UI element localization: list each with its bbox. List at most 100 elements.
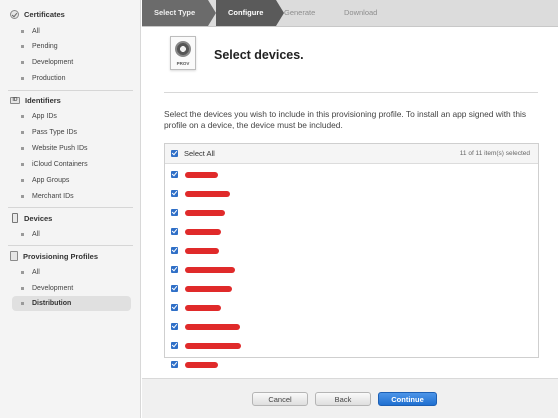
- sidebar-item-profiles-all[interactable]: All: [12, 265, 131, 280]
- device-name-redacted[interactable]: [185, 286, 232, 292]
- step-download: Download: [332, 0, 402, 26]
- certificate-icon: [10, 10, 19, 19]
- device-list: Select All 11 of 11 item(s) selected: [164, 143, 539, 368]
- device-name-redacted[interactable]: [185, 191, 230, 197]
- sidebar-item-profiles-distribution[interactable]: Distribution: [12, 296, 131, 311]
- device-name-redacted[interactable]: [185, 362, 218, 368]
- device-checkbox[interactable]: [171, 285, 178, 292]
- bullet-icon: [21, 302, 24, 305]
- bullet-icon: [21, 77, 24, 80]
- sidebar-section-devices[interactable]: Devices: [10, 213, 52, 223]
- wizard-steps: Select Type Configure Generate Download: [142, 0, 558, 27]
- prov-label: PROV: [176, 61, 190, 66]
- section-title: Provisioning Profiles: [23, 251, 99, 261]
- bullet-icon: [21, 287, 24, 290]
- sidebar-item-certificates-pending[interactable]: Pending: [12, 39, 131, 54]
- sidebar-item-label: App Groups: [32, 177, 70, 184]
- sidebar-item-certificates-development[interactable]: Development: [12, 55, 131, 70]
- bullet-icon: [21, 61, 24, 64]
- section-title: Certificates: [24, 10, 65, 19]
- divider: [8, 245, 133, 246]
- bullet-icon: [21, 131, 24, 134]
- device-name-redacted[interactable]: [185, 343, 241, 349]
- step-generate: Generate: [272, 0, 332, 26]
- iphone-icon: [12, 213, 18, 223]
- bullet-icon: [21, 271, 24, 274]
- device-checkbox[interactable]: [171, 266, 178, 273]
- bullet-icon: [21, 179, 24, 182]
- id-card-icon: ID: [10, 97, 20, 104]
- step-label: Select Type: [154, 8, 196, 17]
- step-label: Generate: [284, 8, 316, 17]
- bullet-icon: [21, 30, 24, 33]
- sidebar-item-devices-all[interactable]: All: [12, 227, 131, 242]
- gear-icon: [175, 41, 191, 57]
- provisioning-profile-icon: [10, 251, 18, 261]
- device-checkbox[interactable]: [171, 304, 178, 311]
- bullet-icon: [21, 163, 24, 166]
- device-checkbox[interactable]: [171, 342, 178, 349]
- device-checkbox[interactable]: [171, 361, 178, 368]
- sidebar-section-certificates[interactable]: Certificates: [10, 10, 65, 19]
- sidebar-item-label: Development: [32, 59, 74, 66]
- cancel-button[interactable]: Cancel: [252, 392, 308, 406]
- sidebar-item-pass-type-ids[interactable]: Pass Type IDs: [12, 125, 131, 140]
- select-all-label[interactable]: Select All: [184, 149, 215, 158]
- sidebar-item-app-ids[interactable]: App IDs: [12, 109, 131, 124]
- device-checkbox[interactable]: [171, 247, 178, 254]
- device-checkbox[interactable]: [171, 323, 178, 330]
- section-title: Identifiers: [25, 96, 61, 105]
- continue-button[interactable]: Continue: [378, 392, 437, 406]
- bullet-icon: [21, 233, 24, 236]
- sidebar-item-label: Merchant IDs: [32, 193, 74, 200]
- device-name-redacted[interactable]: [185, 305, 221, 311]
- back-button[interactable]: Back: [315, 392, 371, 406]
- selection-count: 11 of 11 item(s) selected: [459, 150, 530, 157]
- section-title: Devices: [24, 213, 53, 223]
- divider: [8, 207, 133, 208]
- sidebar-section-identifiers[interactable]: ID Identifiers: [10, 96, 61, 105]
- sidebar-item-label: Pending: [32, 43, 58, 50]
- sidebar-item-icloud-containers[interactable]: iCloud Containers: [12, 157, 131, 172]
- step-configure[interactable]: Configure: [216, 0, 276, 26]
- select-all-checkbox[interactable]: [171, 150, 178, 157]
- sidebar-item-app-groups[interactable]: App Groups: [12, 173, 131, 188]
- device-checkbox[interactable]: [171, 190, 178, 197]
- device-name-redacted[interactable]: [185, 172, 218, 178]
- bullet-icon: [21, 45, 24, 48]
- sidebar-item-label: All: [32, 269, 40, 276]
- sidebar-item-label: Pass Type IDs: [32, 129, 78, 136]
- device-name-redacted[interactable]: [185, 248, 219, 254]
- step-chevron: [208, 0, 216, 26]
- step-label: Download: [344, 8, 378, 17]
- device-checkbox[interactable]: [171, 171, 178, 178]
- divider: [164, 92, 538, 93]
- device-checkbox[interactable]: [171, 228, 178, 235]
- sidebar-item-profiles-development[interactable]: Development: [12, 281, 131, 296]
- sidebar-section-provisioning-profiles[interactable]: Provisioning Profiles: [10, 251, 98, 261]
- device-name-redacted[interactable]: [185, 267, 235, 273]
- sidebar-item-website-push-ids[interactable]: Website Push IDs: [12, 141, 131, 156]
- sidebar-item-label: Production: [32, 75, 66, 82]
- sidebar-item-certificates-production[interactable]: Production: [12, 71, 131, 86]
- sidebar-item-certificates-all[interactable]: All: [12, 24, 131, 39]
- sidebar-item-label: Website Push IDs: [32, 145, 88, 152]
- device-checkbox[interactable]: [171, 209, 178, 216]
- sidebar-item-merchant-ids[interactable]: Merchant IDs: [12, 189, 131, 204]
- device-name-redacted[interactable]: [185, 229, 221, 235]
- divider: [8, 90, 133, 91]
- description: Select the devices you wish to include i…: [164, 109, 527, 130]
- sidebar-item-label: Development: [32, 285, 74, 292]
- step-label: Configure: [228, 8, 264, 17]
- bullet-icon: [21, 147, 24, 150]
- device-list-header: Select All 11 of 11 item(s) selected: [165, 144, 538, 164]
- sidebar-item-label: App IDs: [32, 113, 57, 120]
- device-name-redacted[interactable]: [185, 210, 225, 216]
- sidebar-item-label: All: [32, 28, 40, 35]
- step-select-type[interactable]: Select Type: [142, 0, 208, 26]
- provisioning-profile-icon: PROV: [170, 36, 196, 70]
- sidebar-item-label: All: [32, 231, 40, 238]
- page-title: Select devices.: [214, 48, 304, 62]
- device-name-redacted[interactable]: [185, 324, 240, 330]
- bullet-icon: [21, 195, 24, 198]
